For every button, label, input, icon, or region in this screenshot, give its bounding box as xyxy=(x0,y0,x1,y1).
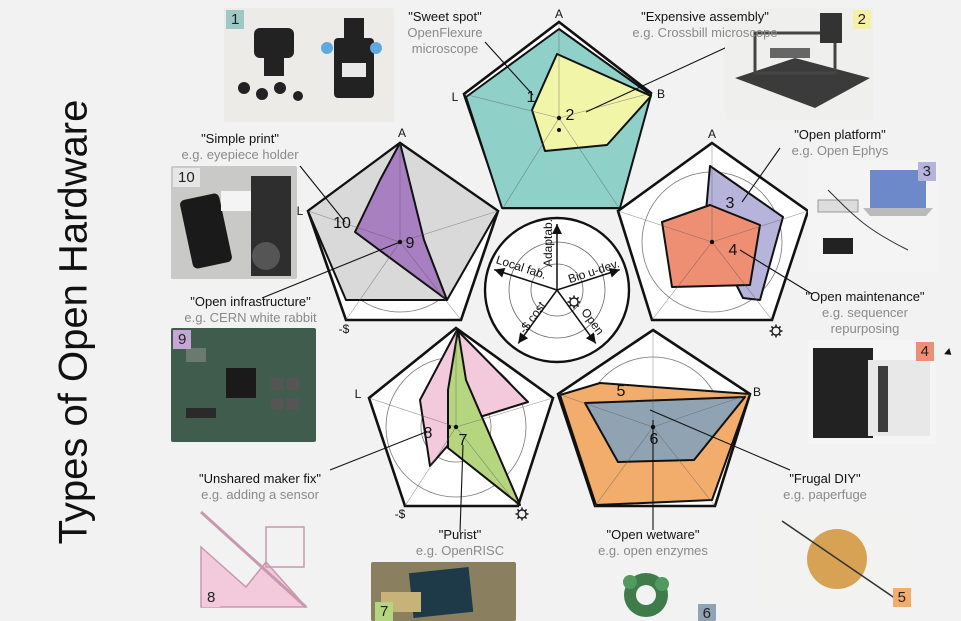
photo-openflexure-microscope: 1 xyxy=(224,8,394,122)
badge-8: 8 xyxy=(202,588,221,607)
axis-letter-right-0: A xyxy=(708,127,716,141)
photo-eyepiece-holder: 10 xyxy=(171,166,297,279)
microscope-illustration xyxy=(224,8,394,122)
axis-letter-bottom-left-0: L xyxy=(355,387,362,401)
badge-6: 6 xyxy=(697,604,716,621)
badge-5: 5 xyxy=(892,588,911,607)
center-label-adaptab: Adaptab. xyxy=(541,219,555,267)
radar-number-3: 3 xyxy=(726,195,735,212)
photo-openrisc-chip: 7 xyxy=(371,562,516,621)
axis-letter-left-1: L xyxy=(297,204,304,218)
label-type-4-example-1: e.g. sequencer xyxy=(821,305,908,320)
label-type-8-example: e.g. adding a sensor xyxy=(201,487,319,502)
radar-center-dot-top xyxy=(556,115,562,121)
radar-number-10: 10 xyxy=(333,215,351,232)
label-type-10: "Simple print" e.g. eyepiece holder xyxy=(165,131,315,163)
label-type-10-name: "Simple print" xyxy=(201,131,279,146)
axis-letter-bottom-left-1: -$ xyxy=(395,507,406,521)
photo-sequencer: 4 xyxy=(808,340,936,444)
photo-white-rabbit-board: 9 xyxy=(171,328,316,442)
label-type-3-example: e.g. Open Ephys xyxy=(791,143,889,158)
label-type-6-name: "Open wetware" xyxy=(606,527,700,542)
label-type-3-name: "Open platform" xyxy=(794,127,886,142)
radar-number-6: 6 xyxy=(650,431,659,448)
badge-4: 4 xyxy=(915,342,934,361)
label-type-1-name: "Sweet spot" xyxy=(408,9,482,24)
radar-center-dot-bottom-left xyxy=(453,424,459,430)
label-type-3: "Open platform" e.g. Open Ephys xyxy=(770,127,910,159)
label-type-2-name: "Expensive assembly" xyxy=(641,9,769,24)
label-type-9-example: e.g. CERN white rabbit xyxy=(184,310,317,325)
label-type-4-name: "Open maintenance" xyxy=(805,289,925,304)
axis-letter-left-0: A xyxy=(398,126,406,140)
marker-dot-0 xyxy=(557,128,561,132)
photo-paperfuge: 5 xyxy=(762,511,913,609)
marker-dot-3 xyxy=(447,425,451,429)
label-type-5-example: e.g. paperfuge xyxy=(783,487,867,502)
marker-dot-1 xyxy=(710,240,714,244)
label-type-5: "Frugal DIY" e.g. paperfuge xyxy=(770,471,880,503)
circuit-board-illustration xyxy=(171,328,316,442)
label-type-6: "Open wetware" e.g. open enzymes xyxy=(583,527,723,559)
label-type-2-example: e.g. Crossbill microscope xyxy=(632,25,778,40)
label-type-1: "Sweet spot" OpenFlexure microscope xyxy=(390,9,500,57)
label-type-6-example: e.g. open enzymes xyxy=(598,543,708,558)
radar-panel-right xyxy=(616,141,810,322)
label-type-10-example: e.g. eyepiece holder xyxy=(181,147,299,162)
illustration-maker-fix: 8 xyxy=(196,507,314,611)
photo-open-ephys: 3 xyxy=(808,160,938,272)
center-legend-radar xyxy=(483,216,631,364)
label-type-8-name: "Unshared maker fix" xyxy=(199,471,321,486)
paperfuge-illustration xyxy=(762,511,913,609)
label-type-7-name: "Purist" xyxy=(438,527,482,542)
label-type-9: "Open infrastructure" e.g. CERN white ra… xyxy=(168,294,333,326)
axis-letter-top-1: B xyxy=(657,87,665,101)
label-type-8: "Unshared maker fix" e.g. adding a senso… xyxy=(180,471,340,503)
label-type-7-example: e.g. OpenRISC xyxy=(415,543,505,558)
open-gear-icon xyxy=(515,507,529,521)
marker-dot-4 xyxy=(651,425,655,429)
open-gear-icon xyxy=(769,324,783,338)
radar-number-2: 2 xyxy=(566,107,575,124)
badge-10: 10 xyxy=(173,168,200,187)
radar-number-5: 5 xyxy=(617,383,626,400)
radar-number-1: 1 xyxy=(527,89,536,106)
badge-3: 3 xyxy=(917,162,936,181)
slide: Types of Open Hardware Adaptab. Bio u-dev… xyxy=(0,0,961,621)
label-type-4-example-2: repurposing xyxy=(830,321,900,336)
label-type-1-example: OpenFlexure microscope xyxy=(407,25,483,56)
radar-number-4: 4 xyxy=(729,242,738,259)
badge-7: 7 xyxy=(375,602,394,621)
illustration-open-enzyme: 6 xyxy=(606,560,716,621)
radar-number-7: 7 xyxy=(459,432,468,449)
label-type-4: "Open maintenance" e.g. sequencer repurp… xyxy=(790,289,940,337)
axis-letter-top-0: A xyxy=(555,7,563,21)
marker-dot-2 xyxy=(398,240,402,244)
axis-letter-bottom-right-0: B xyxy=(753,385,761,399)
radar-number-9: 9 xyxy=(406,235,415,252)
label-type-9-name: "Open infrastructure" xyxy=(190,294,311,309)
label-type-5-name: "Frugal DIY" xyxy=(789,471,861,486)
badge-2: 2 xyxy=(852,10,871,29)
axis-letter-top-2: L xyxy=(452,90,459,104)
badge-9: 9 xyxy=(173,330,192,349)
label-type-2: "Expensive assembly" e.g. Crossbill micr… xyxy=(625,9,785,41)
badge-1: 1 xyxy=(226,10,245,29)
axis-letter-left-2: -$ xyxy=(339,322,350,336)
radar-number-8: 8 xyxy=(424,425,433,442)
label-type-7: "Purist" e.g. OpenRISC xyxy=(400,527,520,559)
